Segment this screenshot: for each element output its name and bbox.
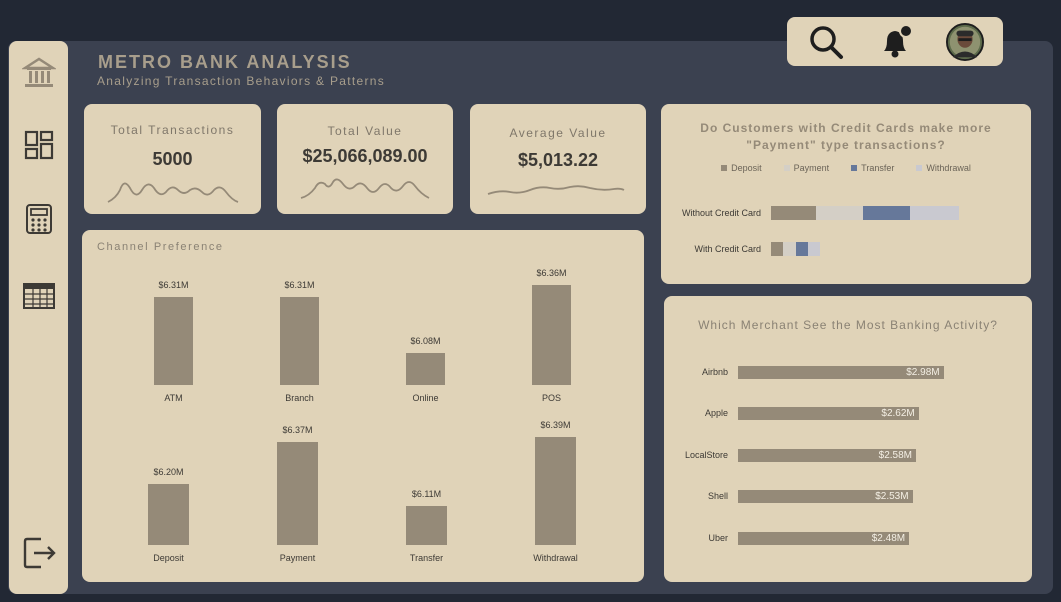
kpi-value: $25,066,089.00 (302, 146, 428, 166)
legend-label: Withdrawal (926, 163, 971, 173)
bar (148, 483, 189, 545)
bar-category-label: Branch (285, 393, 314, 403)
bar-value-label: $6.11M (411, 488, 442, 499)
legend-item: Withdrawal (916, 163, 971, 173)
kpi-label: Total Transactions (110, 123, 235, 137)
stacked-segment (816, 206, 863, 220)
merchant-panel: Which Merchant See the Most Banking Acti… (664, 296, 1032, 582)
bar (277, 442, 318, 545)
bar (532, 284, 571, 385)
legend-item: Payment (783, 163, 830, 173)
credit-title-line2: "Payment" type transactions? (746, 138, 946, 152)
credit-title-line1: Do Customers with Credit Cards make more (700, 121, 992, 135)
merchant-label: LocalStore (684, 450, 728, 460)
table-icon[interactable] (21, 278, 57, 314)
logout-icon[interactable] (21, 535, 57, 571)
merchant-label: Airbnb (701, 367, 728, 377)
page-title: METRO BANK ANALYSIS (98, 52, 352, 72)
kpi-value: $5,013.22 (517, 150, 599, 170)
merchant-value-label: $2.58M (878, 450, 913, 461)
sparkline (300, 178, 430, 199)
sparkline (487, 185, 625, 195)
calculator-icon[interactable] (21, 201, 57, 237)
legend-label: Payment (793, 163, 830, 173)
channel-preference-panel: Channel Preference $6.31M ATM $6.31M Branch… (82, 230, 644, 582)
topbar (787, 17, 1003, 66)
merchant-value-label: $2.98M (906, 367, 940, 378)
merchant-label: Shell (707, 491, 728, 501)
stacked-segment (771, 206, 816, 220)
bar-category-label: Transfer (409, 553, 444, 563)
bar (280, 296, 319, 385)
bar-category-label: POS (541, 393, 561, 403)
dashboard-icon[interactable] (21, 127, 57, 163)
legend-item: Deposit (721, 163, 762, 173)
bar-value-label: $6.20M (153, 466, 184, 477)
bar-category-label: Deposit (153, 553, 184, 563)
legend-swatch (721, 165, 728, 171)
bar (406, 353, 445, 385)
row-label: With Credit Card (694, 244, 761, 254)
search-icon[interactable] (807, 23, 845, 61)
avatar[interactable] (946, 23, 984, 61)
bar-value-label: $6.31M (158, 279, 189, 290)
bell-icon[interactable] (876, 23, 914, 61)
bar (154, 296, 193, 385)
bar-value-label: $6.36M (536, 267, 567, 278)
legend-swatch (783, 165, 790, 171)
bar-value-label: $6.08M (410, 336, 441, 347)
merchant-value-label: $2.53M (875, 491, 909, 502)
kpi-card-total-transactions: Total Transactions 5000 (84, 104, 261, 214)
kpi-card-average-value: Average Value $5,013.22 (470, 104, 646, 214)
channel-panel-title: Channel Preference (97, 241, 224, 253)
bar-value-label: $6.37M (282, 425, 313, 436)
kpi-value: 5000 (152, 149, 193, 169)
bar (535, 437, 576, 545)
merchant-label: Uber (708, 533, 728, 543)
stacked-segment (910, 206, 959, 220)
legend-swatch (851, 165, 858, 171)
stacked-segment (796, 242, 808, 256)
bar-value-label: $6.31M (284, 279, 315, 290)
legend-swatch (916, 165, 923, 171)
merchant-label: Apple (704, 408, 728, 418)
notification-dot (899, 24, 913, 38)
stacked-segment (771, 242, 783, 256)
stacked-segment (808, 242, 820, 256)
bar-category-label: Payment (279, 553, 316, 563)
sparkline (107, 182, 239, 203)
merchant-panel-title: Which Merchant See the Most Banking Acti… (698, 318, 998, 332)
stacked-segment (863, 206, 910, 220)
legend-label: Deposit (731, 163, 762, 173)
row-label: Without Credit Card (681, 208, 761, 218)
kpi-label: Total Value (327, 124, 403, 138)
merchant-value-label: $2.62M (881, 408, 915, 419)
bar-category-label: ATM (164, 393, 183, 403)
legend-label: Transfer (861, 163, 895, 173)
legend-item: Transfer (851, 163, 894, 173)
credit-card-panel: Do Customers with Credit Cards make more… (661, 104, 1031, 284)
kpi-card-total-value: Total Value $25,066,089.00 (277, 104, 453, 214)
credit-legend: Deposit Payment Transfer Withdrawal (661, 163, 1031, 173)
bar-value-label: $6.39M (540, 420, 571, 431)
merchant-value-label: $2.48M (871, 533, 906, 544)
bar-category-label: Withdrawal (533, 553, 578, 563)
stacked-segment (783, 242, 796, 256)
page-subtitle: Analyzing Transaction Behaviors & Patter… (97, 74, 386, 88)
kpi-label: Average Value (509, 126, 607, 140)
sidebar (9, 41, 68, 594)
bank-icon[interactable] (21, 55, 57, 91)
bar (406, 505, 447, 545)
bar-category-label: Online (412, 393, 439, 403)
